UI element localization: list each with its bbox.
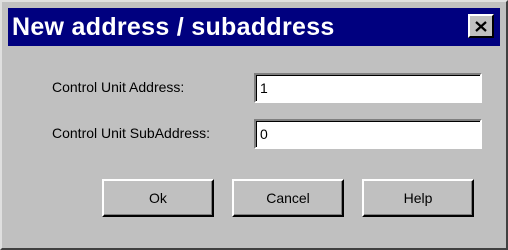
ok-button[interactable]: Ok [102,179,214,217]
dialog-window: New address / subaddress Control Unit Ad… [0,0,508,250]
dialog-title: New address / subaddress [12,13,335,41]
title-bar[interactable]: New address / subaddress [8,8,500,46]
address-field[interactable] [254,73,482,103]
subaddress-label: Control Unit SubAddress: [52,125,210,141]
close-icon [475,20,487,32]
address-label: Control Unit Address: [52,79,185,95]
close-button[interactable] [468,14,494,38]
cancel-button[interactable]: Cancel [232,179,344,217]
subaddress-input[interactable] [256,121,480,147]
address-input[interactable] [256,75,480,101]
help-button[interactable]: Help [362,179,474,217]
subaddress-field[interactable] [254,119,482,149]
